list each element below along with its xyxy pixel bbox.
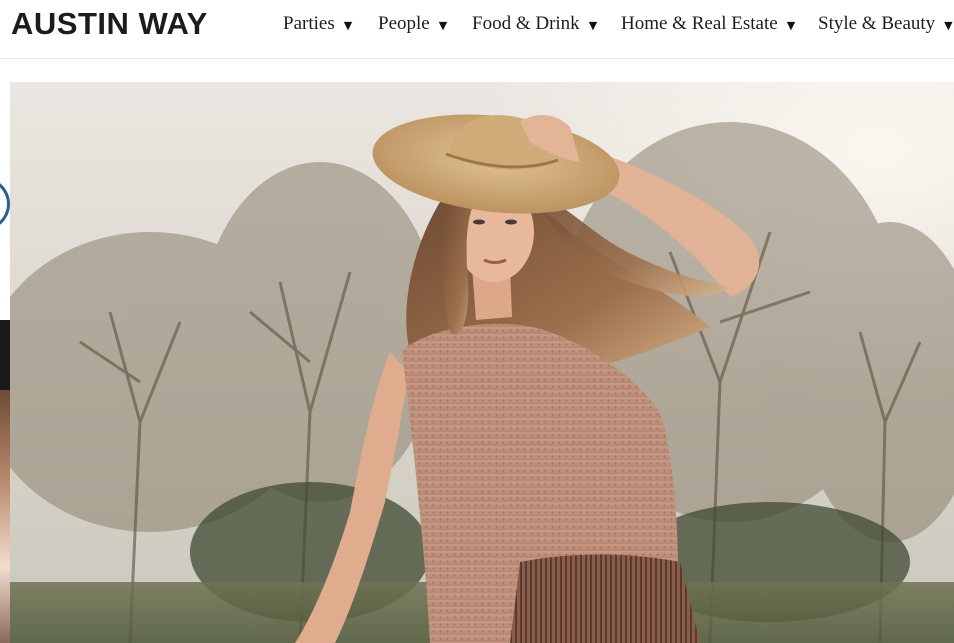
nav-item-label: Home & Real Estate [621, 13, 778, 34]
caret-down-icon: ▼ [786, 19, 796, 32]
side-photo-fragment [0, 390, 10, 643]
caret-down-icon: ▼ [588, 19, 598, 32]
caret-down-icon: ▼ [343, 19, 353, 32]
page: AUSTIN WAY Parties ▼ People ▼ Food & Dri… [0, 0, 954, 643]
circle-graphic-fragment [0, 176, 10, 232]
nav-item-home-real-estate[interactable]: Home & Real Estate ▼ [621, 12, 795, 36]
nav-item-label: Parties [283, 13, 335, 34]
dark-panel-fragment [0, 320, 10, 390]
nav-item-label: People [378, 13, 430, 34]
woman-in-straw-hat-photo [10, 82, 954, 643]
site-header: AUSTIN WAY Parties ▼ People ▼ Food & Dri… [0, 0, 954, 59]
site-logo[interactable]: AUSTIN WAY [11, 6, 208, 42]
nav-item-food-drink[interactable]: Food & Drink ▼ [472, 12, 597, 36]
nav-item-parties[interactable]: Parties ▼ [283, 12, 352, 36]
nav-item-label: Food & Drink [472, 13, 580, 34]
hero-image[interactable] [10, 82, 954, 643]
nav-item-people[interactable]: People ▼ [378, 12, 447, 36]
caret-down-icon: ▼ [438, 19, 448, 32]
caret-down-icon: ▼ [944, 19, 953, 32]
nav-item-label: Style & Beauty [818, 13, 936, 34]
nav-item-style-beauty[interactable]: Style & Beauty ▼ [818, 12, 953, 36]
